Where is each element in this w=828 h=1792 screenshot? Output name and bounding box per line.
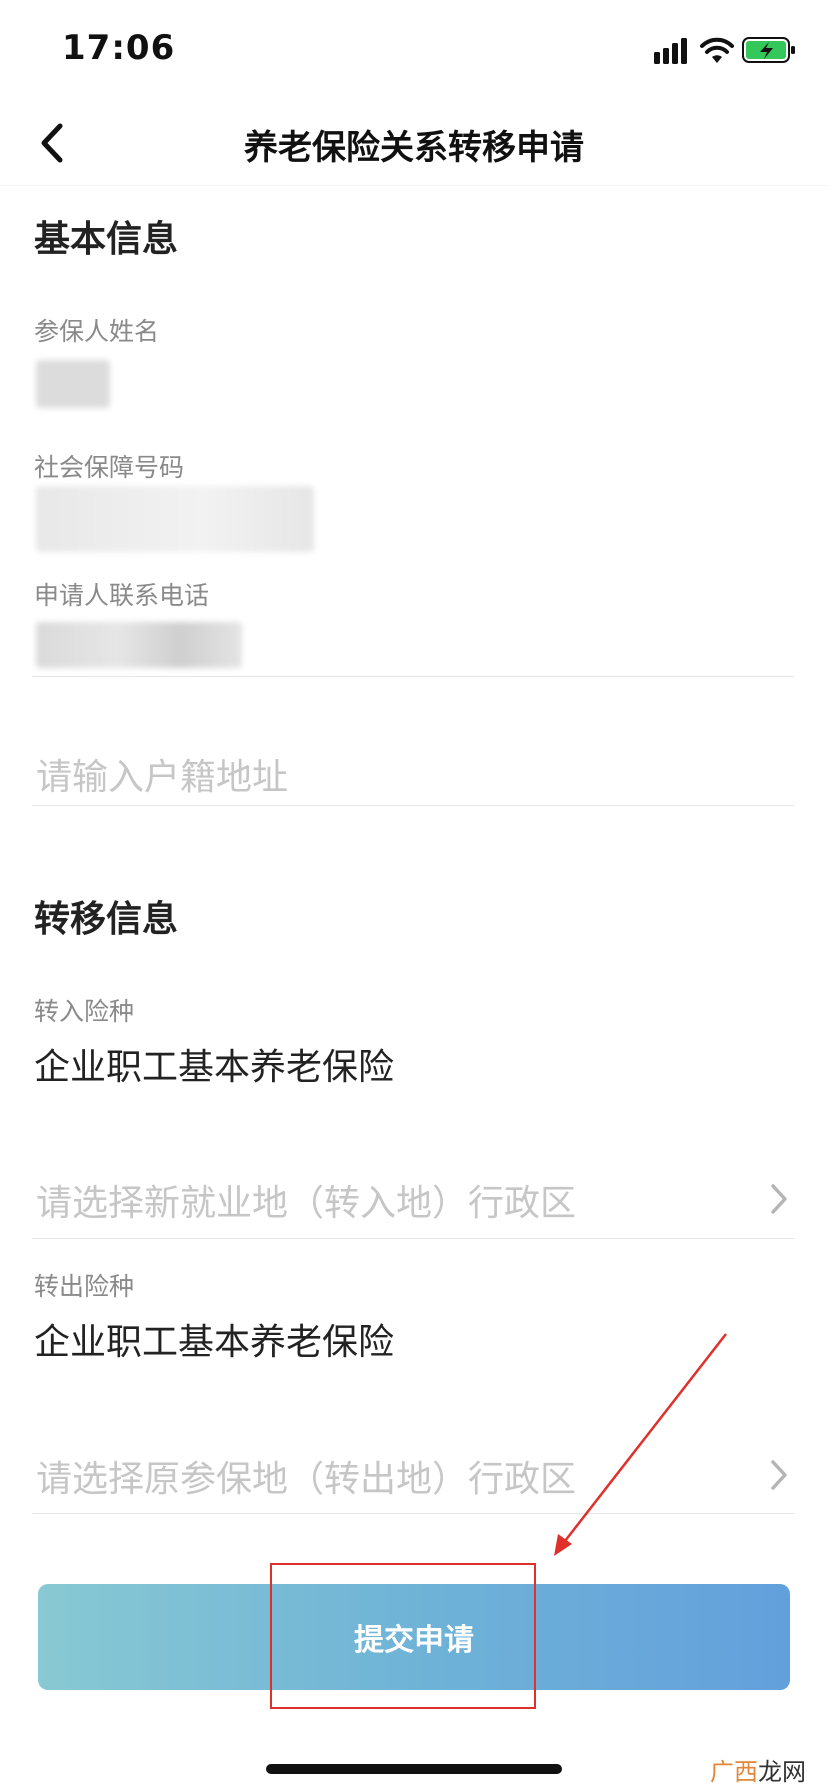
transfer-out-region-placeholder: 请选择原参保地（转出地）行政区	[36, 1459, 577, 1500]
divider	[32, 1513, 794, 1514]
insured-name-value-redacted	[36, 360, 110, 408]
status-bar: 17:06	[0, 0, 828, 100]
battery-charging-icon	[742, 37, 795, 63]
watermark-part2: 龙网	[758, 1758, 806, 1786]
status-time: 17:06	[62, 28, 176, 68]
page: 17:06 养老保险关系转移申请 基本信息 参保人姓名 社会保障号码 申请人联系…	[0, 0, 828, 1792]
divider	[32, 676, 794, 677]
watermark: 广西龙网	[710, 1752, 806, 1787]
section-title-basic-info: 基本信息	[34, 219, 179, 260]
section-title-transfer-info: 转移信息	[34, 899, 179, 940]
wifi-icon	[700, 37, 734, 63]
transfer-out-type-label: 转出险种	[34, 1272, 135, 1301]
social-security-value-redacted	[36, 486, 314, 552]
transfer-in-region-select[interactable]: 请选择新就业地（转入地）行政区	[0, 1152, 828, 1242]
phone-value-redacted	[36, 622, 242, 668]
divider	[32, 805, 794, 806]
transfer-out-region-select[interactable]: 请选择原参保地（转出地）行政区	[0, 1428, 828, 1518]
transfer-out-type-value: 企业职工基本养老保险	[34, 1322, 395, 1363]
nav-bar: 养老保险关系转移申请	[0, 100, 828, 186]
chevron-right-icon	[771, 1184, 787, 1214]
page-title: 养老保险关系转移申请	[244, 128, 584, 168]
home-indicator	[266, 1764, 562, 1774]
phone-label: 申请人联系电话	[34, 581, 210, 610]
submit-button[interactable]: 提交申请	[38, 1584, 790, 1690]
transfer-in-type-label: 转入险种	[34, 997, 135, 1026]
watermark-part1: 广西	[710, 1758, 758, 1786]
social-security-label: 社会保障号码	[34, 453, 185, 482]
household-address-input[interactable]: 请输入户籍地址	[36, 748, 288, 800]
divider	[32, 1238, 794, 1239]
insured-name-label: 参保人姓名	[34, 317, 160, 346]
chevron-right-icon	[771, 1460, 787, 1490]
transfer-in-region-placeholder: 请选择新就业地（转入地）行政区	[36, 1183, 577, 1224]
transfer-in-type-value: 企业职工基本养老保险	[34, 1047, 395, 1088]
cellular-signal-icon	[654, 38, 687, 64]
